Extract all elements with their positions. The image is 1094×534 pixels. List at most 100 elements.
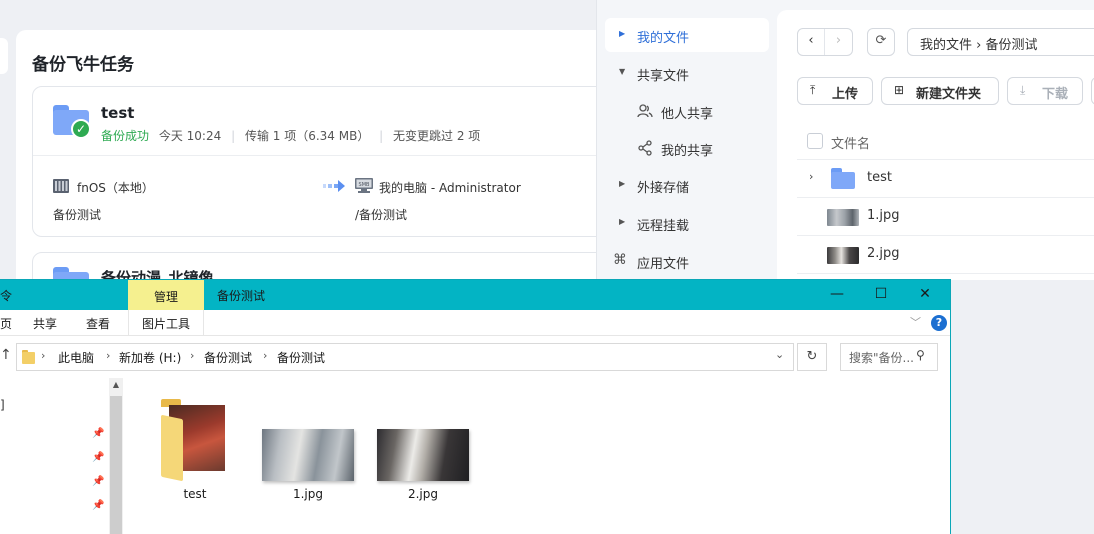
file-row[interactable]: 2.jpg [797, 236, 1094, 274]
ribbon-tab-picture-tools[interactable]: 图片工具 [128, 310, 204, 336]
backup-task-card[interactable]: ✓ test 备份成功 今天 10:24 | 传输 1 项（6.34 MB） |… [32, 86, 612, 237]
refresh-button[interactable]: ⟳ [867, 28, 895, 56]
chevron-right-icon: › [106, 349, 111, 362]
upload-button[interactable]: ⤒ 上传 [797, 77, 873, 105]
close-button[interactable]: ✕ [902, 280, 948, 310]
share-icon [638, 140, 652, 156]
caret-right-icon: ▶ [619, 217, 626, 226]
pin-icon[interactable]: 📌 [92, 476, 104, 487]
breadcrumb-item[interactable]: 新加卷 (H:) [119, 349, 181, 366]
caret-right-icon: ▶ [619, 179, 626, 188]
card-divider [33, 155, 611, 156]
file-item-folder[interactable]: test [145, 391, 245, 501]
sidebar-item-label: 他人共享 [661, 107, 714, 122]
image-thumbnail [827, 209, 859, 226]
sidebar-item-label: 我的共享 [661, 144, 714, 159]
ribbon-tab-view[interactable]: 查看 [86, 315, 110, 332]
backup-task-panel: 备份飞牛任务 ✓ test 备份成功 今天 10:24 | 传输 1 项（6.3… [16, 30, 612, 312]
forward-button[interactable]: › [825, 29, 852, 55]
source-path: 备份测试 [53, 208, 102, 222]
source-name: fnOS（本地） [77, 181, 154, 195]
file-name: 1.jpg [867, 208, 900, 223]
upload-icon: ⤒ [810, 83, 816, 97]
file-item-image[interactable]: 2.jpg [373, 391, 473, 501]
file-name: 2.jpg [867, 246, 900, 261]
pin-icon[interactable]: 📌 [92, 428, 104, 439]
breadcrumb-item[interactable]: 此电脑 [58, 349, 94, 366]
address-bar[interactable]: › 此电脑 › 新加卷 (H:) › 备份测试 › 备份测试 ⌄ [16, 343, 794, 371]
task-transfer: 传输 1 项（6.34 MB） [244, 129, 370, 143]
task-skipped: 无变更跳过 2 项 [393, 129, 481, 143]
scrollbar-thumb[interactable] [110, 396, 122, 534]
column-header-name[interactable]: 文件名 [831, 133, 870, 152]
minimize-button[interactable]: — [814, 280, 860, 310]
sidebar-item-app-files[interactable]: ⌘ 应用文件 [605, 244, 769, 278]
up-arrow-icon[interactable]: ↑ [0, 347, 12, 363]
sidebar-item-label: 我的文件 [637, 31, 690, 46]
add-folder-icon: ⊞ [894, 83, 905, 97]
nav-item-stub[interactable]: ] [0, 398, 5, 412]
sidebar-item-label: 应用文件 [637, 257, 690, 272]
back-button[interactable]: ‹ [798, 29, 825, 55]
download-button[interactable]: ⤓ 下载 [1007, 77, 1083, 105]
chevron-right-icon[interactable]: › [809, 170, 813, 183]
breadcrumb-item[interactable]: 备份测试 [204, 349, 252, 366]
file-name: test [867, 170, 892, 185]
task-status: 备份成功 [101, 129, 150, 143]
sidebar-item-my-shares[interactable]: 我的共享 [605, 131, 769, 165]
path-breadcrumb[interactable]: 我的文件 › 备份测试 [907, 28, 1094, 56]
title-bar-stub: 令 [0, 289, 13, 303]
ribbon-tab-share[interactable]: 共享 [33, 315, 57, 332]
address-row: ↑ › 此电脑 › 新加卷 (H:) › 备份测试 › 备份测试 ⌄ ↻ 搜索"… [0, 336, 950, 378]
breadcrumb-item[interactable]: 备份测试 [277, 349, 325, 366]
panel-title: 备份飞牛任务 [32, 55, 134, 75]
window-title: 备份测试 [217, 289, 266, 303]
explorer-window: 令 管理 备份测试 — ☐ ✕ 页 共享 查看 图片工具 ﹀ ? ↑ › 此电脑… [0, 279, 951, 534]
file-row[interactable]: 1.jpg [797, 198, 1094, 236]
pin-icon[interactable]: 📌 [92, 452, 104, 463]
sidebar-item-my-files[interactable]: ▶ 我的文件 [605, 18, 769, 52]
folder-icon [831, 168, 855, 189]
sidebar-item-shared-files[interactable]: ▼ 共享文件 [605, 56, 769, 90]
new-folder-button[interactable]: ⊞ 新建文件夹 [881, 77, 999, 105]
scroll-up-icon[interactable]: ▲ [109, 380, 123, 394]
sidebar-item-remote-mount[interactable]: ▶ 远程挂载 [605, 206, 769, 240]
manage-tab[interactable]: 管理 [128, 280, 204, 310]
sidebar-item-label: 外接存储 [637, 181, 690, 196]
help-icon[interactable]: ? [931, 315, 947, 331]
chevron-right-icon: › [41, 349, 46, 362]
file-row[interactable]: › test [797, 160, 1094, 198]
chevron-right-icon: › [190, 349, 195, 362]
navigation-pane: ] 📌 📌 📌 📌 ▲ [0, 378, 127, 534]
sidebar-item-label: 共享文件 [637, 69, 690, 84]
folder-icon [161, 399, 227, 482]
folder-icon [22, 350, 35, 364]
sidebar-item-label: 远程挂载 [637, 219, 690, 234]
folder-icon: ✓ [53, 105, 91, 139]
pin-icon[interactable]: 📌 [92, 500, 104, 511]
select-all-checkbox[interactable] [807, 133, 823, 149]
new-folder-label: 新建文件夹 [916, 87, 982, 102]
image-thumbnail [377, 429, 469, 481]
transfer-arrow-icon [323, 180, 345, 192]
file-manager-main: ‹ › ⟳ 我的文件 › 备份测试 ⤒ 上传 ⊞ 新建文件夹 ⤓ 下载 文件名 … [777, 10, 1094, 280]
refresh-button[interactable]: ↻ [797, 343, 827, 371]
file-item-image[interactable]: 1.jpg [258, 391, 358, 501]
download-label: 下载 [1042, 87, 1069, 102]
command-icon: ⌘ [613, 252, 627, 268]
sidebar-item-shared-with-me[interactable]: 他人共享 [605, 94, 769, 128]
users-icon [637, 104, 653, 118]
history-nav: ‹ › [797, 28, 853, 56]
file-name: 2.jpg [407, 487, 439, 501]
svg-text:SMB: SMB [359, 182, 370, 188]
maximize-button[interactable]: ☐ [858, 280, 904, 310]
ribbon-tab-stub[interactable]: 页 [0, 315, 12, 332]
success-check-icon: ✓ [71, 119, 91, 139]
sidebar-item-external-storage[interactable]: ▶ 外接存储 [605, 168, 769, 202]
title-bar[interactable]: 令 管理 备份测试 — ☐ ✕ [0, 280, 950, 310]
image-thumbnail [262, 429, 354, 481]
chevron-down-icon[interactable]: ⌄ [775, 348, 784, 361]
chevron-down-icon[interactable]: ﹀ [910, 314, 921, 330]
file-name: test [183, 487, 207, 501]
search-icon: ⚲ [916, 348, 925, 362]
